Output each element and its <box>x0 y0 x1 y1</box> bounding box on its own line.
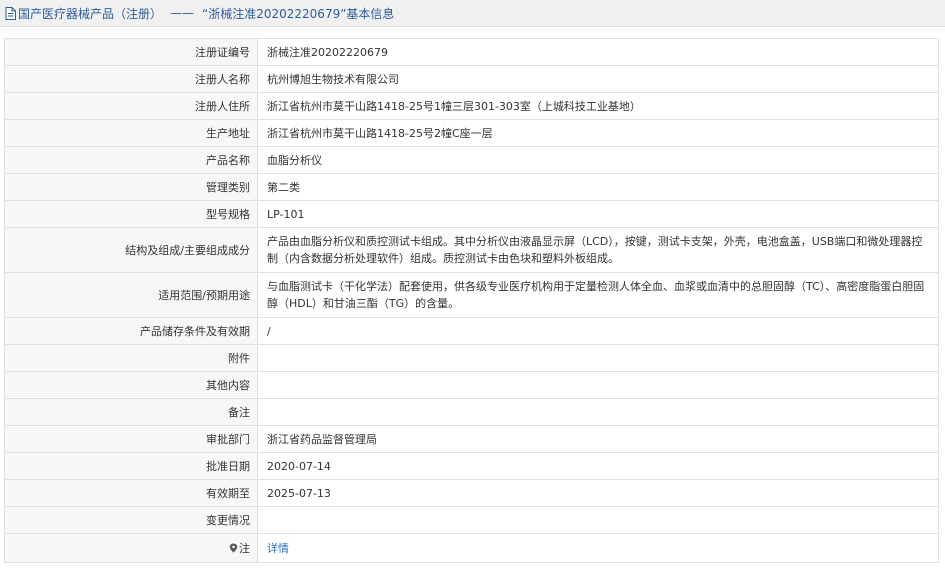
field-label-registrant-address: 注册人住所 <box>4 92 258 120</box>
table-row: 适用范围/预期用途 与血脂测试卡（干化学法）配套使用，供各级专业医疗机构用于定量… <box>4 272 939 318</box>
field-value-attachment <box>257 344 939 372</box>
table-row: 产品储存条件及有效期 / <box>4 317 939 345</box>
table-row: 审批部门 浙江省药品监督管理局 <box>4 425 939 453</box>
breadcrumb-category[interactable]: 国产医疗器械产品（注册） <box>18 5 162 22</box>
field-value-storage-validity: / <box>257 317 939 345</box>
field-label-registrant-name: 注册人名称 <box>4 65 258 93</box>
field-value-production-address: 浙江省杭州市莫干山路1418-25号2幢C座一层 <box>257 119 939 147</box>
field-label-approval-department: 审批部门 <box>4 425 258 453</box>
details-link[interactable]: 详情 <box>267 542 289 555</box>
table-row: 附件 <box>4 344 939 372</box>
table-row: 变更情况 <box>4 506 939 534</box>
field-label-structure-composition: 结构及组成/主要组成成分 <box>4 227 258 273</box>
table-row: 生产地址 浙江省杭州市莫干山路1418-25号2幢C座一层 <box>4 119 939 147</box>
field-value-note: 详情 <box>257 533 939 563</box>
field-value-registrant-name: 杭州博旭生物技术有限公司 <box>257 65 939 93</box>
field-label-management-category: 管理类别 <box>4 173 258 201</box>
field-label-change-history: 变更情况 <box>4 506 258 534</box>
field-label-storage-validity: 产品储存条件及有效期 <box>4 317 258 345</box>
field-value-change-history <box>257 506 939 534</box>
page-title: “浙械注准20202220679”基本信息 <box>202 6 395 21</box>
breadcrumb-separator: —— <box>170 6 195 20</box>
info-table: 注册证编号 浙械注准20202220679 注册人名称 杭州博旭生物技术有限公司… <box>4 38 939 563</box>
field-value-approval-department: 浙江省药品监督管理局 <box>257 425 939 453</box>
table-row: 注册人住所 浙江省杭州市莫干山路1418-25号1幢三层301-303室（上城科… <box>4 92 939 120</box>
page-header: 国产医疗器械产品（注册） —— “浙械注准20202220679”基本信息 <box>0 0 945 27</box>
table-row: 产品名称 血脂分析仪 <box>4 146 939 174</box>
field-value-registration-number: 浙械注准20202220679 <box>257 38 939 66</box>
table-row: 备注 <box>4 398 939 426</box>
field-label-production-address: 生产地址 <box>4 119 258 147</box>
pin-icon <box>229 543 238 553</box>
table-row: 结构及组成/主要组成成分 产品由血脂分析仪和质控测试卡组成。其中分析仪由液晶显示… <box>4 227 939 273</box>
field-value-management-category: 第二类 <box>257 173 939 201</box>
table-row: 注册证编号 浙械注准20202220679 <box>4 38 939 66</box>
field-value-structure-composition: 产品由血脂分析仪和质控测试卡组成。其中分析仪由液晶显示屏（LCD），按键，测试卡… <box>257 227 939 273</box>
table-row: 注册人名称 杭州博旭生物技术有限公司 <box>4 65 939 93</box>
field-label-model-spec: 型号规格 <box>4 200 258 228</box>
field-label-valid-until: 有效期至 <box>4 479 258 507</box>
field-label-registration-number: 注册证编号 <box>4 38 258 66</box>
note-label: 注 <box>239 541 250 555</box>
table-row: 批准日期 2020-07-14 <box>4 452 939 480</box>
table-row: 其他内容 <box>4 371 939 399</box>
table-row: 管理类别 第二类 <box>4 173 939 201</box>
field-value-registrant-address: 浙江省杭州市莫干山路1418-25号1幢三层301-303室（上城科技工业基地） <box>257 92 939 120</box>
field-label-remarks: 备注 <box>4 398 258 426</box>
table-row: 型号规格 LP-101 <box>4 200 939 228</box>
field-value-other-content <box>257 371 939 399</box>
field-value-model-spec: LP-101 <box>257 200 939 228</box>
field-value-product-name: 血脂分析仪 <box>257 146 939 174</box>
field-label-attachment: 附件 <box>4 344 258 372</box>
field-label-product-name: 产品名称 <box>4 146 258 174</box>
field-label-other-content: 其他内容 <box>4 371 258 399</box>
field-value-remarks <box>257 398 939 426</box>
main-content: 注册证编号 浙械注准20202220679 注册人名称 杭州博旭生物技术有限公司… <box>0 27 945 563</box>
field-value-valid-until: 2025-07-13 <box>257 479 939 507</box>
field-label-intended-use: 适用范围/预期用途 <box>4 272 258 318</box>
document-icon <box>5 6 16 20</box>
table-row: 有效期至 2025-07-13 <box>4 479 939 507</box>
field-value-approval-date: 2020-07-14 <box>257 452 939 480</box>
field-label-approval-date: 批准日期 <box>4 452 258 480</box>
field-value-intended-use: 与血脂测试卡（干化学法）配套使用，供各级专业医疗机构用于定量检测人体全血、血浆或… <box>257 272 939 318</box>
table-row-note: 注 详情 <box>4 533 939 563</box>
field-label-note: 注 <box>4 533 258 563</box>
